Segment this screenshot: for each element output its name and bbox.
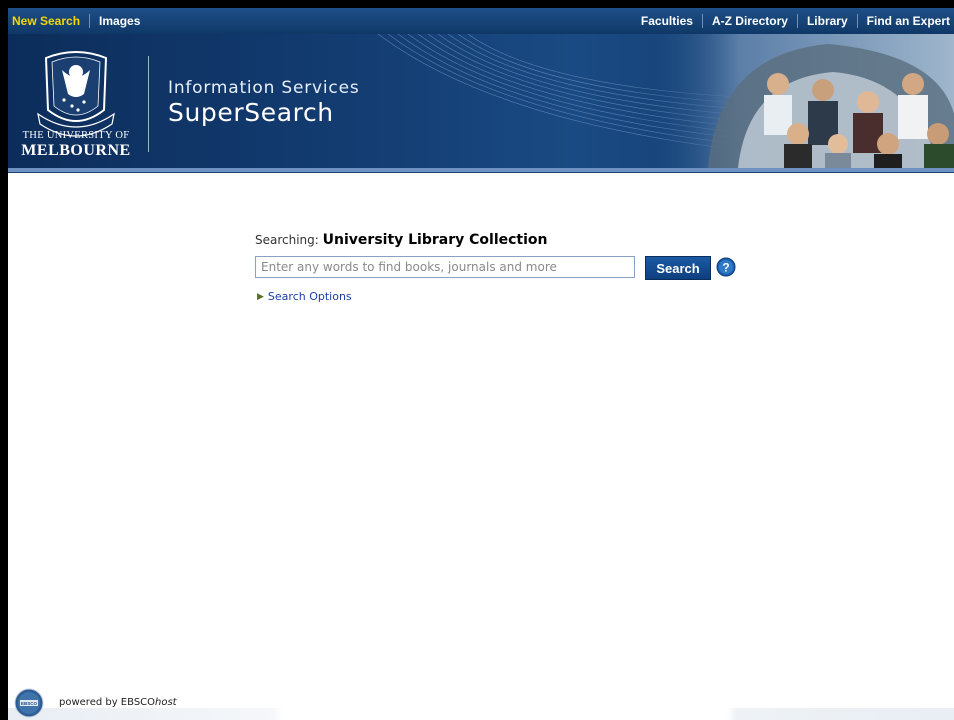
ebsco-logo-icon[interactable]: EBSCO (14, 688, 44, 718)
logo-divider (148, 56, 149, 152)
nav-images[interactable]: Images (99, 14, 140, 28)
service-name: Information Services (168, 78, 360, 98)
nav-separator (856, 14, 858, 28)
collection-name: University Library Collection (322, 232, 548, 248)
nav-new-search[interactable]: New Search (12, 14, 80, 28)
powered-by-text: powered by EBSCOhost (59, 697, 177, 708)
search-input[interactable] (255, 256, 635, 278)
search-options-label: Search Options (267, 290, 352, 303)
nav-faculties[interactable]: Faculties (641, 14, 693, 28)
search-scope-label: Searching: University Library Collection (255, 232, 548, 248)
banner-underline (8, 168, 954, 173)
top-navigation: New Search Images Faculties A-Z Director… (8, 8, 954, 34)
powered-by-suffix: host (155, 697, 177, 708)
university-name-line2: MELBOURNE (21, 142, 131, 159)
svg-text:?: ? (722, 261, 729, 275)
university-name-line1: THE UNIVERSITY OF (22, 130, 130, 141)
searching-prefix: Searching: (255, 233, 319, 247)
svg-text:EBSCO: EBSCO (21, 701, 38, 706)
topnav-left-group: New Search Images (12, 14, 140, 28)
expand-triangle-icon: ▶ (257, 291, 264, 302)
topnav-right-group: Faculties A-Z Directory Library Find an … (641, 14, 950, 28)
powered-by-prefix: powered by EBSCO (59, 697, 156, 708)
header-banner: THE UNIVERSITY OF MELBOURNE Information … (8, 34, 954, 168)
nav-separator (796, 14, 798, 28)
footer-bar (8, 708, 954, 720)
product-name: SuperSearch (168, 98, 334, 127)
nav-separator (89, 14, 91, 28)
help-icon[interactable]: ? (716, 257, 736, 277)
students-photo (648, 34, 954, 168)
nav-find-an-expert[interactable]: Find an Expert (867, 14, 950, 28)
nav-az-directory[interactable]: A-Z Directory (712, 14, 788, 28)
nav-library[interactable]: Library (807, 14, 848, 28)
search-button[interactable]: Search (645, 256, 711, 280)
nav-separator (701, 14, 703, 28)
search-options-toggle[interactable]: ▶ Search Options (257, 290, 352, 303)
